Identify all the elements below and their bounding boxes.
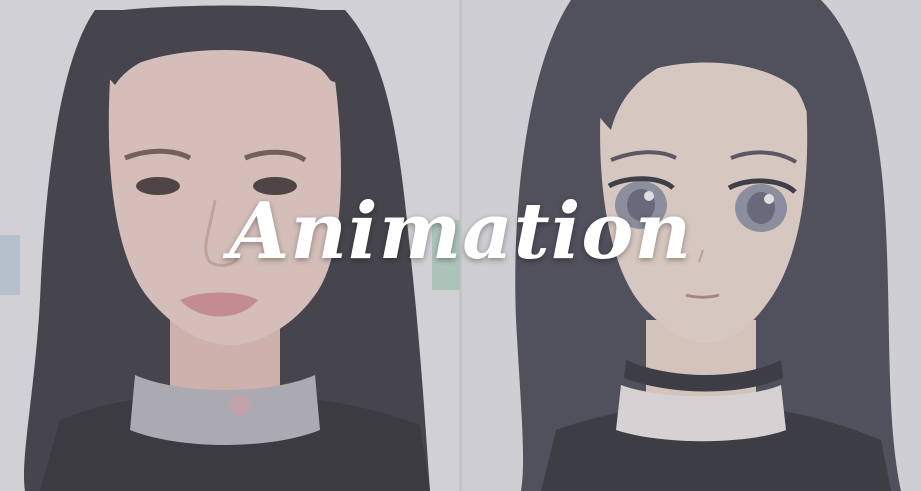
comparison-image: Animation — [0, 0, 921, 491]
overlay-title: Animation — [228, 186, 693, 277]
